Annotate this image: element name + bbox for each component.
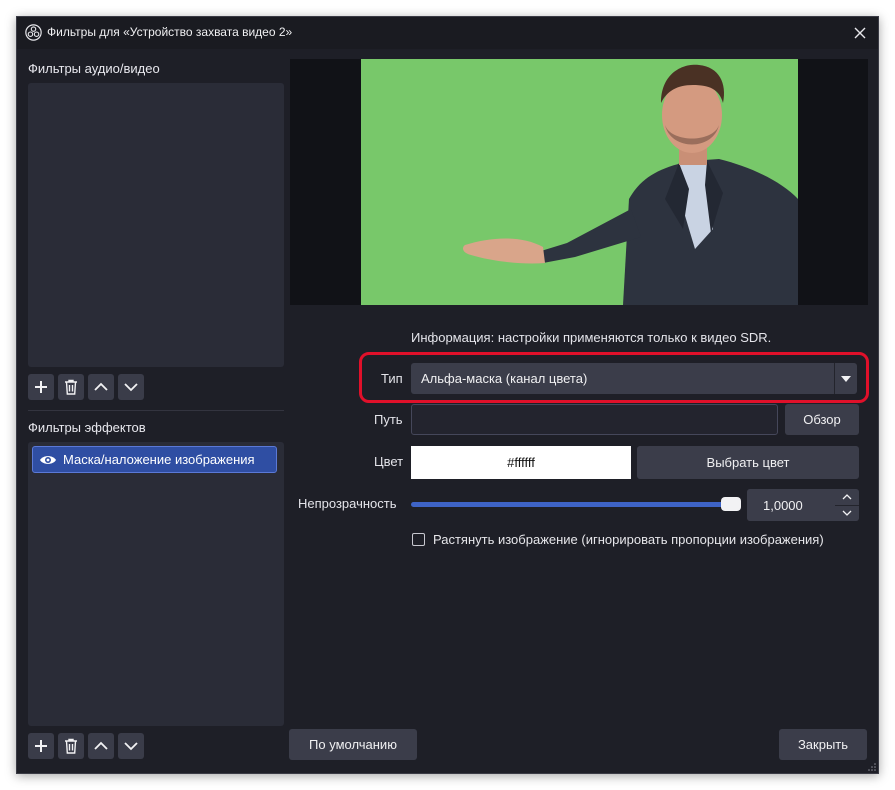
browse-button[interactable]: Обзор [785,404,859,435]
eye-icon [40,455,56,464]
source-preview [290,59,868,305]
plus-icon [35,381,47,393]
color-label: Цвет [374,454,404,469]
chevron-up-icon [842,493,852,500]
stretch-checkbox[interactable] [412,533,425,546]
window-title: Фильтры для «Устройство захвата видео 2» [47,25,293,39]
path-input[interactable] [411,404,778,435]
spin-down-button[interactable] [835,505,859,521]
move-audio-filter-down-button[interactable] [118,374,144,400]
chevron-down-icon [842,510,852,517]
chevron-up-icon [94,382,108,391]
move-effect-filter-down-button[interactable] [118,733,144,759]
type-label: Тип [381,371,403,386]
title-bar: Фильтры для «Устройство захвата видео 2» [17,17,878,49]
effect-filters-list[interactable]: Маска/наложение изображения [28,442,284,726]
effect-filters-toolbar [28,733,144,759]
audio-video-filters-list[interactable] [28,83,284,367]
opacity-slider-track[interactable] [411,502,741,507]
path-label: Путь [374,412,403,427]
spin-up-button[interactable] [835,489,859,506]
add-audio-filter-button[interactable] [28,374,54,400]
stretch-checkbox-label: Растянуть изображение (игнорировать проп… [433,532,824,547]
type-select-value: Альфа-маска (канал цвета) [421,371,588,386]
opacity-value[interactable]: 1,0000 [747,489,835,521]
close-button[interactable]: Закрыть [779,729,867,760]
audio-video-filters-label: Фильтры аудио/видео [28,61,160,76]
trash-icon [65,379,77,395]
resize-grip-icon[interactable] [868,763,876,771]
pick-color-button[interactable]: Выбрать цвет [637,446,859,479]
add-effect-filter-button[interactable] [28,733,54,759]
info-text: Информация: настройки применяются только… [411,330,772,345]
visibility-toggle[interactable] [33,454,63,466]
trash-icon [65,738,77,754]
close-window-button[interactable] [850,23,870,43]
move-effect-filter-up-button[interactable] [88,733,114,759]
list-item[interactable]: Маска/наложение изображения [32,446,277,473]
chevron-up-icon [94,741,108,750]
chevron-down-icon [124,742,138,751]
obs-logo-icon [25,24,42,41]
dropdown-arrow-icon [835,375,857,382]
color-swatch: #ffffff [411,446,631,479]
preview-image [361,59,798,305]
audio-video-filters-toolbar [28,374,144,400]
left-panel-divider [28,410,284,411]
plus-icon [35,740,47,752]
remove-effect-filter-button[interactable] [58,733,84,759]
filters-dialog: Фильтры для «Устройство захвата видео 2»… [16,16,879,774]
filter-name: Маска/наложение изображения [63,452,255,467]
move-audio-filter-up-button[interactable] [88,374,114,400]
defaults-button[interactable]: По умолчанию [289,729,417,760]
remove-audio-filter-button[interactable] [58,374,84,400]
person-figure [463,64,798,305]
opacity-spinbox[interactable]: 1,0000 [747,489,859,521]
opacity-label: Непрозрачность [298,496,397,511]
spinbox-arrows [835,489,859,521]
opacity-slider-handle[interactable] [721,497,741,511]
effect-filters-label: Фильтры эффектов [28,420,146,435]
stretch-checkbox-row[interactable]: Растянуть изображение (игнорировать проп… [412,532,824,547]
close-icon [854,27,866,39]
type-select[interactable]: Альфа-маска (канал цвета) [411,363,857,394]
chevron-down-icon [124,383,138,392]
